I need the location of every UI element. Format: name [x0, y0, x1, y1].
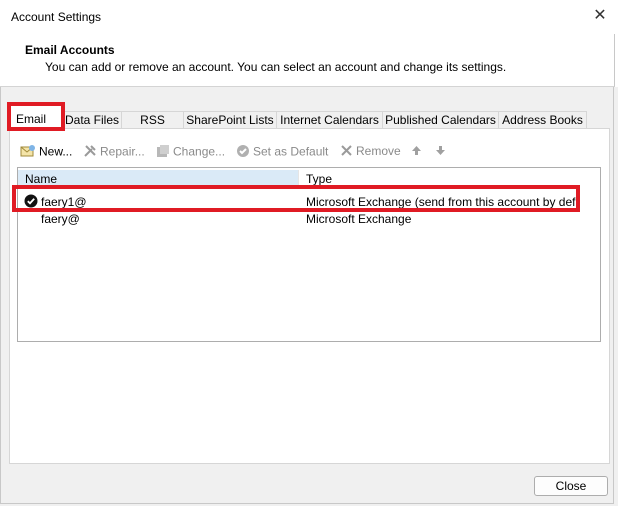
new-button-label: New... — [39, 144, 73, 159]
change-button-label: Change... — [173, 144, 226, 159]
tab-data-files[interactable]: Data Files — [62, 111, 122, 128]
move-down-button[interactable] — [435, 144, 449, 160]
remove-button[interactable]: Remove — [340, 144, 401, 160]
change-icon — [156, 144, 170, 161]
header-subtitle: You can add or remove an account. You ca… — [45, 60, 507, 74]
remove-x-icon — [340, 144, 353, 160]
tab-sharepoint-lists[interactable]: SharePoint Lists — [183, 111, 277, 128]
repair-button[interactable]: Repair... — [83, 144, 145, 160]
account-type: Microsoft Exchange — [306, 212, 412, 226]
arrow-up-icon — [411, 145, 422, 159]
header-title: Email Accounts — [25, 43, 115, 57]
arrow-down-icon — [435, 145, 446, 159]
tab-rss-feeds[interactable]: RSS Feeds — [121, 111, 184, 142]
tab-published-calendars[interactable]: Published Calendars — [382, 111, 499, 128]
window-title: Account Settings — [11, 10, 102, 24]
check-circle-icon — [236, 144, 250, 161]
move-up-button[interactable] — [411, 144, 425, 160]
default-account-highlight — [12, 185, 580, 212]
repair-button-label: Repair... — [100, 144, 145, 159]
remove-button-label: Remove — [356, 144, 401, 159]
tab-address-books[interactable]: Address Books — [498, 111, 587, 128]
new-button[interactable]: New... — [20, 144, 72, 160]
close-button[interactable]: Close — [534, 476, 608, 496]
change-button[interactable]: Change... — [156, 144, 225, 160]
account-name: faery@ — [41, 212, 80, 226]
tab-internet-calendars[interactable]: Internet Calendars — [276, 111, 383, 128]
repair-icon — [83, 144, 97, 161]
email-tab-highlight — [7, 102, 65, 131]
set-default-label: Set as Default — [253, 144, 329, 159]
new-account-icon — [20, 144, 36, 161]
close-icon[interactable]: ✕ — [588, 4, 612, 28]
set-default-button[interactable]: Set as Default — [236, 144, 328, 160]
